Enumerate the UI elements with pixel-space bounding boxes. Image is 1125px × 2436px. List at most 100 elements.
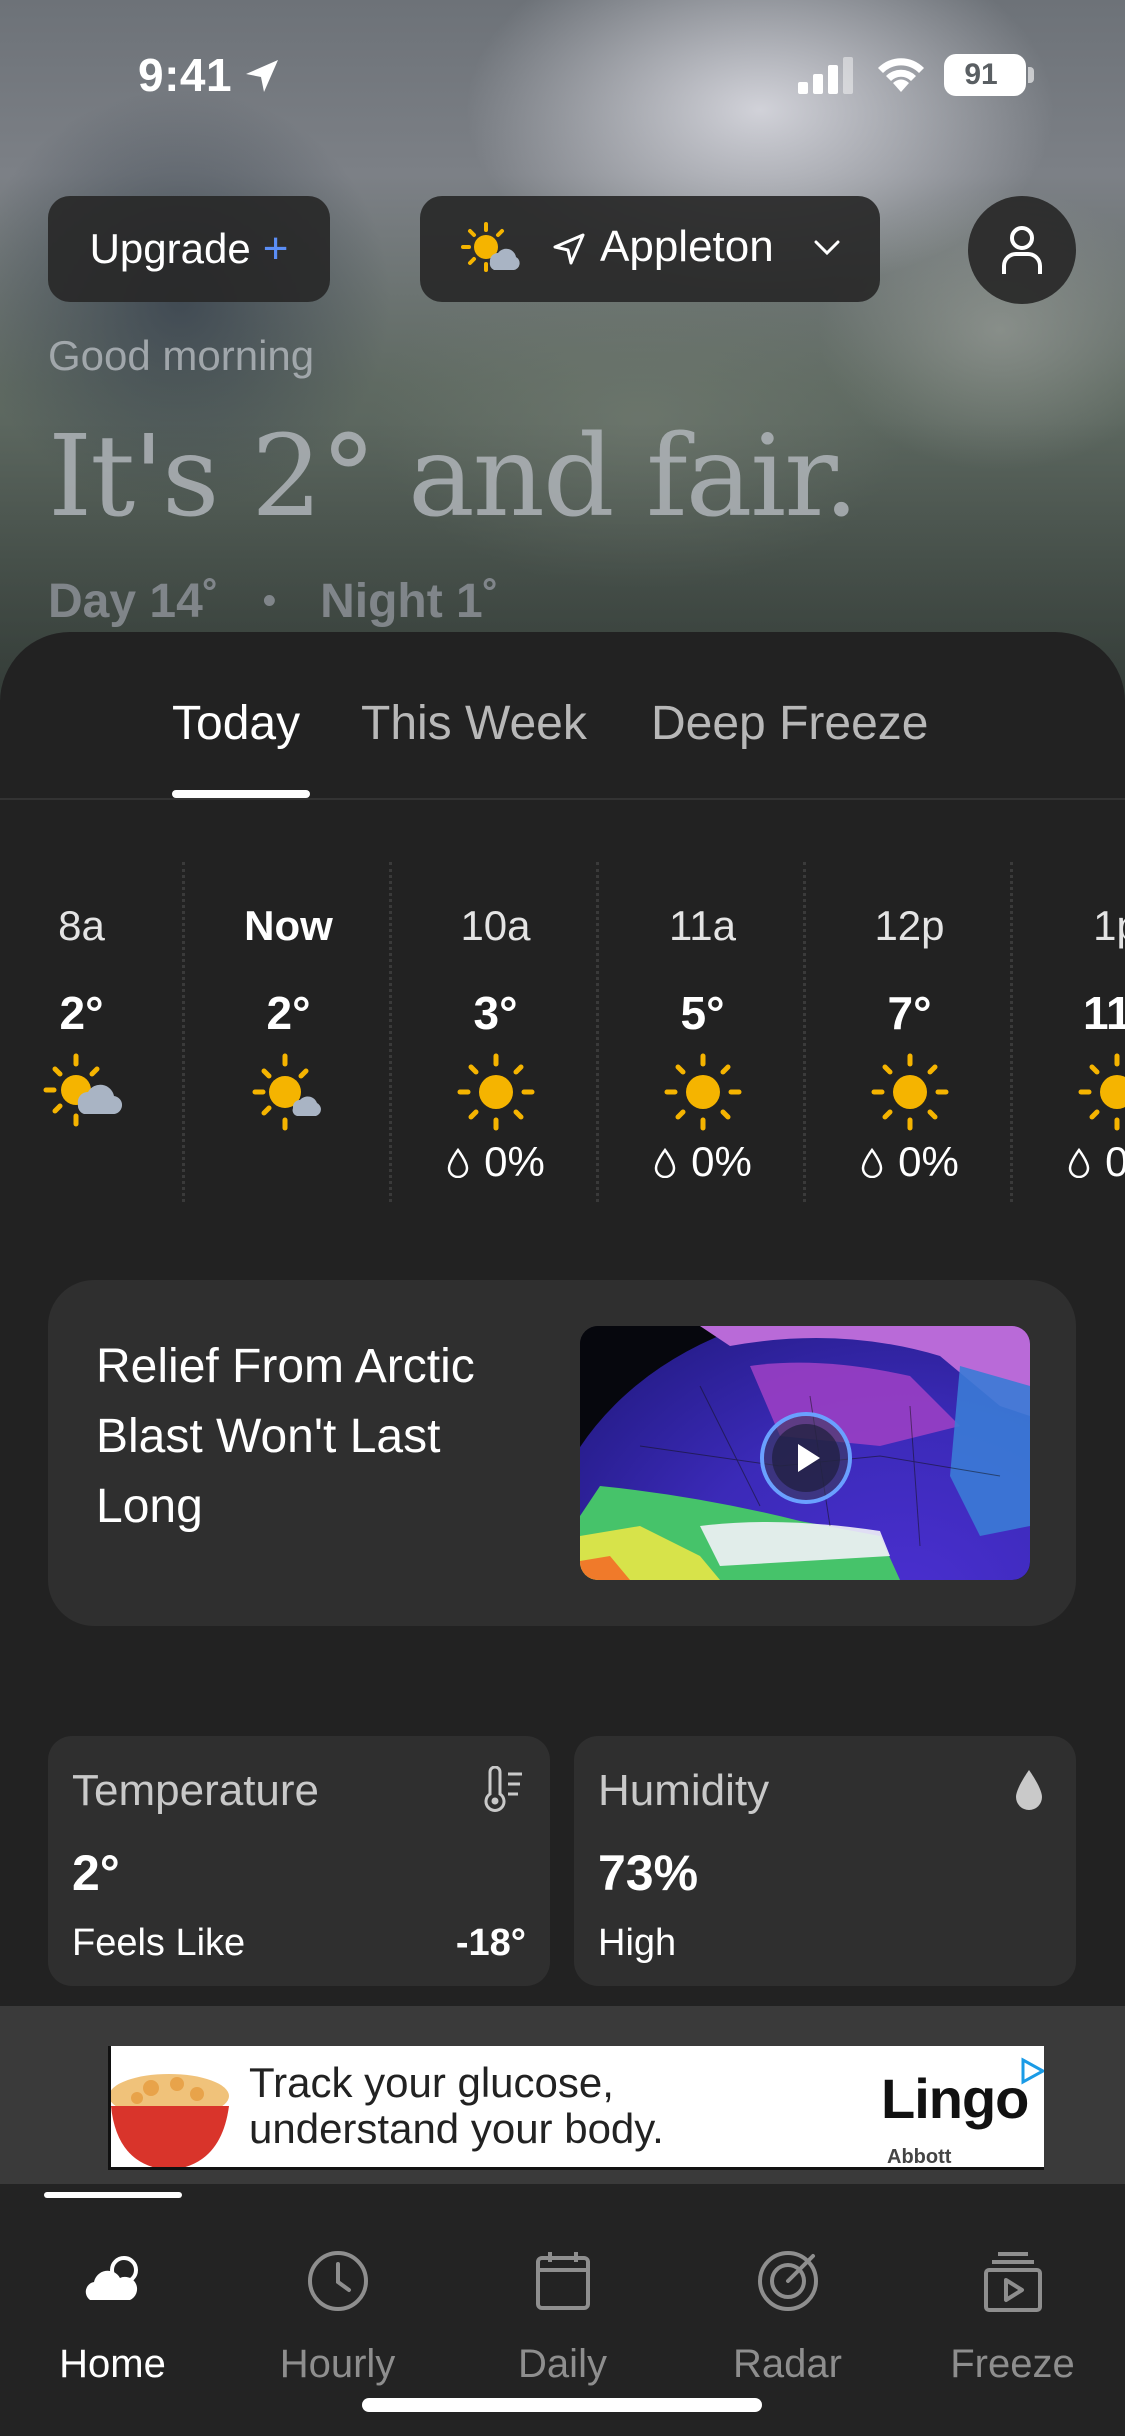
content-sheet: Today This Week Deep Freeze 8a 2° Now 2°… <box>0 632 1125 2436</box>
ad-line-1: Track your glucose, <box>249 2059 614 2106</box>
tab-hourly[interactable]: Hourly <box>225 2214 450 2386</box>
sun-behind-cloud-icon <box>43 1053 122 1127</box>
precip-value: 0% <box>484 1138 545 1185</box>
status-bar: 9:41 91 <box>0 0 1125 140</box>
greeting-text: Good morning <box>48 332 315 379</box>
raindrop-icon <box>1068 1148 1090 1178</box>
battery-indicator: 91 <box>944 54 1026 96</box>
tab-hourly-label: Hourly <box>279 2342 396 2386</box>
tab-daily[interactable]: Daily <box>450 2214 675 2386</box>
hour-item[interactable]: 8a 2° <box>0 862 185 1202</box>
day-temp: Day 14˚ <box>48 575 219 628</box>
calendar-icon <box>536 2252 590 2310</box>
hour-temp: 2° <box>59 987 104 1039</box>
precip-value: 0% <box>691 1138 752 1185</box>
feels-like-label: Feels Like <box>72 1922 246 1964</box>
hour-time: 10a <box>460 902 531 949</box>
cereal-bowl-image <box>111 2074 229 2167</box>
hour-temp: 7° <box>887 987 932 1039</box>
upgrade-plus: + <box>262 224 289 273</box>
active-tab-underline <box>172 790 310 798</box>
tab-radar[interactable]: Radar <box>675 2214 900 2386</box>
ad-banner-area: Track your glucose, understand your body… <box>0 2006 1125 2202</box>
tab-freeze-label: Freeze <box>950 2342 1075 2386</box>
play-icon[interactable] <box>758 1410 854 1506</box>
day-night-temps: Day 14˚ • Night 1˚ <box>48 574 499 629</box>
location-arrow-icon <box>246 60 278 92</box>
tab-bar-top: Today This Week Deep Freeze <box>0 632 1125 800</box>
advertisement[interactable]: Track your glucose, understand your body… <box>108 2046 1044 2170</box>
profile-button[interactable] <box>968 196 1076 304</box>
hour-item[interactable]: 10a 3° 0% <box>392 862 599 1202</box>
hour-time: 12p <box>874 902 945 949</box>
hour-time: Now <box>244 902 333 949</box>
hour-item[interactable]: Now 2° <box>185 862 392 1202</box>
feels-like-value: -18° <box>455 1922 526 1964</box>
hourly-forecast-strip[interactable]: 8a 2° Now 2° 10a 3° 0% 11a 5° 0% 12p 7° … <box>0 862 1125 1202</box>
hour-temp: 3° <box>473 987 518 1039</box>
humidity-title: Humidity <box>598 1766 770 1815</box>
humidity-level: High <box>598 1922 677 1964</box>
radar-icon <box>758 2251 818 2311</box>
tab-deep-freeze[interactable]: Deep Freeze <box>651 696 928 751</box>
chevron-down-icon <box>814 240 840 256</box>
person-icon <box>1002 226 1042 274</box>
hour-item[interactable]: 11a 5° 0% <box>599 862 806 1202</box>
sun-with-small-cloud-icon <box>252 1053 321 1131</box>
sun-with-cloud-icon <box>461 222 520 272</box>
raindrop-icon <box>654 1148 676 1178</box>
hour-temp: 5° <box>680 987 725 1039</box>
sun-icon <box>871 1053 949 1131</box>
tab-this-week[interactable]: This Week <box>361 696 587 751</box>
hour-time: 8a <box>58 902 105 949</box>
tab-home[interactable]: Home <box>0 2214 225 2386</box>
location-name: Appleton <box>600 222 774 271</box>
raindrop-icon <box>861 1148 883 1178</box>
clock-icon <box>308 2251 368 2311</box>
ad-choices-icon[interactable] <box>1017 2056 1044 2086</box>
raindrop-icon <box>447 1148 469 1178</box>
weather-headline: It's 2° and fair. <box>48 412 859 542</box>
water-drop-icon <box>1016 1770 1042 1810</box>
battery-level: 91 <box>964 58 998 91</box>
precip-chance: 0% <box>392 1138 599 1186</box>
temperature-card[interactable]: Temperature 2° Feels Like -18° <box>48 1736 550 1986</box>
ad-brand: Lingo <box>881 2067 1029 2130</box>
cellular-signal-icon <box>798 57 853 94</box>
separator-dot: • <box>262 580 277 622</box>
hour-item[interactable]: 12p 7° 0% <box>806 862 1013 1202</box>
precip-chance: 0% <box>1013 1138 1125 1186</box>
temperature-title: Temperature <box>72 1766 320 1815</box>
location-selector-button[interactable]: Appleton <box>420 196 880 302</box>
hour-temp: 2° <box>266 987 311 1039</box>
tab-freeze[interactable]: Freeze <box>900 2214 1125 2386</box>
news-video-card[interactable]: Relief From Arctic Blast Won't Last Long <box>48 1280 1076 1626</box>
play-stack-icon <box>984 2252 1042 2312</box>
precip-chance: 0% <box>806 1138 1013 1186</box>
sun-icon <box>457 1053 535 1131</box>
hour-item[interactable]: 1p 11° 0% <box>1013 862 1125 1202</box>
tab-home-label: Home <box>59 2342 166 2386</box>
status-time: 9:41 <box>138 49 233 101</box>
video-thumbnail[interactable] <box>580 1326 1030 1580</box>
navigation-arrow-icon <box>553 233 585 265</box>
battery-nub <box>1028 67 1034 83</box>
night-temp: Night 1˚ <box>320 575 499 628</box>
hour-time: 1p <box>1093 902 1125 949</box>
upgrade-label: Upgrade <box>89 225 251 272</box>
precip-value: 0% <box>898 1138 959 1185</box>
hour-time: 11a <box>669 902 736 949</box>
home-indicator[interactable] <box>362 2398 762 2412</box>
active-tab-indicator <box>44 2192 182 2198</box>
tab-today[interactable]: Today <box>172 696 300 751</box>
tab-daily-label: Daily <box>518 2342 607 2386</box>
hour-temp: 11° <box>1082 987 1125 1039</box>
wifi-icon <box>878 58 924 92</box>
ad-copy: Track your glucose, understand your body… <box>249 2060 664 2152</box>
sun-icon <box>664 1053 742 1131</box>
thermometer-icon <box>484 1766 522 1812</box>
cloud-sun-icon <box>85 2256 138 2300</box>
ad-sponsor: Abbott <box>887 2146 952 2168</box>
humidity-card[interactable]: Humidity 73% High <box>574 1736 1076 1986</box>
upgrade-button[interactable]: Upgrade + <box>48 196 330 302</box>
